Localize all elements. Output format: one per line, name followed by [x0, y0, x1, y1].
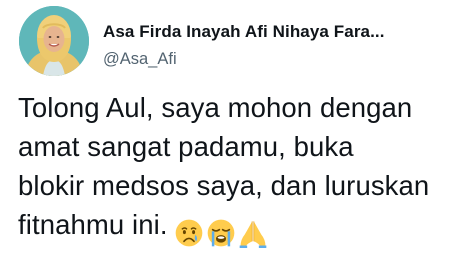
tweet-text: Tolong Aul, saya mohon dengan amat sanga…	[18, 88, 468, 250]
author-handle[interactable]: @Asa_Afi	[103, 48, 443, 70]
folded-hands-icon	[238, 218, 268, 248]
avatar[interactable]	[19, 6, 89, 76]
crying-face-icon	[174, 218, 204, 248]
emoji-group	[174, 211, 270, 250]
avatar-portrait-icon	[19, 6, 89, 76]
loudly-crying-face-icon	[206, 218, 236, 248]
tweet-text-line: Tolong Aul, saya mohon dengan	[18, 92, 413, 123]
tweet-text-line: amat sangat padamu, buka	[18, 131, 354, 162]
tweet-author: Asa Firda Inayah Afi Nihaya Fara... @Asa…	[103, 21, 443, 70]
author-display-name[interactable]: Asa Firda Inayah Afi Nihaya Fara...	[103, 21, 443, 43]
tweet-text-line-last: fitnahmu ini.	[18, 205, 468, 250]
tweet-text-line: fitnahmu ini.	[18, 209, 168, 240]
tweet-text-line: blokir medsos saya, dan luruskan	[18, 170, 430, 201]
tweet-card: Asa Firda Inayah Afi Nihaya Fara... @Asa…	[0, 0, 474, 266]
